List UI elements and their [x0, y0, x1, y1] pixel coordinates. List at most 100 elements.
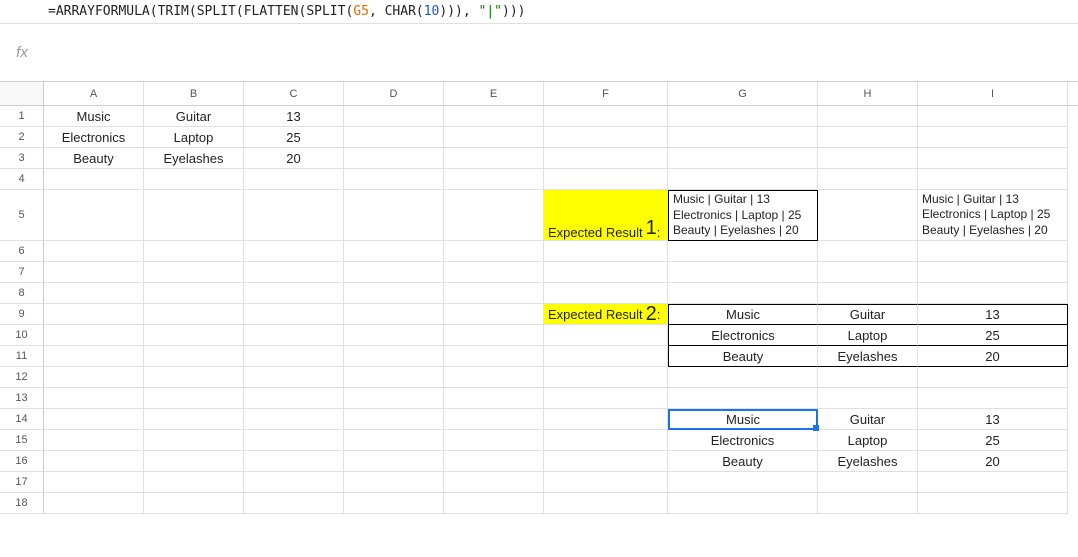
cell-c2[interactable]: 25	[244, 127, 344, 148]
cell-b5[interactable]	[144, 190, 244, 241]
row-header-15[interactable]: 15	[0, 430, 44, 451]
cell-h9[interactable]: Guitar	[818, 304, 918, 325]
cell-f2[interactable]	[544, 127, 668, 148]
row-header-17[interactable]: 17	[0, 472, 44, 493]
cell-f3[interactable]	[544, 148, 668, 169]
cell-i1[interactable]	[918, 106, 1068, 127]
cell-d15[interactable]	[344, 430, 444, 451]
row-header-18[interactable]: 18	[0, 493, 44, 514]
cell-h15[interactable]: Laptop	[818, 430, 918, 451]
cell-c16[interactable]	[244, 451, 344, 472]
cell-e6[interactable]	[444, 241, 544, 262]
cell-e13[interactable]	[444, 388, 544, 409]
cell-d16[interactable]	[344, 451, 444, 472]
cell-d10[interactable]	[344, 325, 444, 346]
cell-h17[interactable]	[818, 472, 918, 493]
cell-g5[interactable]: Music | Guitar | 13 Electronics | Laptop…	[668, 190, 818, 241]
cell-e16[interactable]	[444, 451, 544, 472]
cell-h11[interactable]: Eyelashes	[818, 346, 918, 367]
cell-d17[interactable]	[344, 472, 444, 493]
row-header-1[interactable]: 1	[0, 106, 44, 127]
cell-a10[interactable]	[44, 325, 144, 346]
cell-d2[interactable]	[344, 127, 444, 148]
cell-h16[interactable]: Eyelashes	[818, 451, 918, 472]
cell-g11[interactable]: Beauty	[668, 346, 818, 367]
cell-h2[interactable]	[818, 127, 918, 148]
cell-b17[interactable]	[144, 472, 244, 493]
cell-c7[interactable]	[244, 262, 344, 283]
cell-f13[interactable]	[544, 388, 668, 409]
cell-e12[interactable]	[444, 367, 544, 388]
cell-h12[interactable]	[818, 367, 918, 388]
cell-f16[interactable]	[544, 451, 668, 472]
cell-h6[interactable]	[818, 241, 918, 262]
cell-g15[interactable]: Electronics	[668, 430, 818, 451]
row-header-13[interactable]: 13	[0, 388, 44, 409]
col-header-g[interactable]: G	[668, 82, 818, 105]
cell-d4[interactable]	[344, 169, 444, 190]
cell-i17[interactable]	[918, 472, 1068, 493]
cell-g14[interactable]: Music	[668, 409, 818, 430]
cell-g9[interactable]: Music	[668, 304, 818, 325]
cell-d1[interactable]	[344, 106, 444, 127]
cell-f18[interactable]	[544, 493, 668, 514]
cell-b11[interactable]	[144, 346, 244, 367]
cell-e17[interactable]	[444, 472, 544, 493]
cell-g18[interactable]	[668, 493, 818, 514]
cell-g17[interactable]	[668, 472, 818, 493]
cell-b7[interactable]	[144, 262, 244, 283]
cell-h8[interactable]	[818, 283, 918, 304]
cell-i13[interactable]	[918, 388, 1068, 409]
cell-c8[interactable]	[244, 283, 344, 304]
cell-a6[interactable]	[44, 241, 144, 262]
col-header-b[interactable]: B	[144, 82, 244, 105]
cell-c3[interactable]: 20	[244, 148, 344, 169]
row-header-14[interactable]: 14	[0, 409, 44, 430]
cell-d7[interactable]	[344, 262, 444, 283]
cell-g1[interactable]	[668, 106, 818, 127]
cell-b18[interactable]	[144, 493, 244, 514]
cell-a18[interactable]	[44, 493, 144, 514]
cell-h5[interactable]	[818, 190, 918, 241]
cell-a5[interactable]	[44, 190, 144, 241]
col-header-h[interactable]: H	[818, 82, 918, 105]
cell-a17[interactable]	[44, 472, 144, 493]
cell-i10[interactable]: 25	[918, 325, 1068, 346]
cell-a3[interactable]: Beauty	[44, 148, 144, 169]
cell-c12[interactable]	[244, 367, 344, 388]
cell-c13[interactable]	[244, 388, 344, 409]
cell-e11[interactable]	[444, 346, 544, 367]
cell-a1[interactable]: Music	[44, 106, 144, 127]
cell-a8[interactable]	[44, 283, 144, 304]
cell-e7[interactable]	[444, 262, 544, 283]
cell-a4[interactable]	[44, 169, 144, 190]
row-header-5[interactable]: 5	[0, 190, 44, 241]
cell-i2[interactable]	[918, 127, 1068, 148]
cell-i11[interactable]: 20	[918, 346, 1068, 367]
cell-i12[interactable]	[918, 367, 1068, 388]
cell-a12[interactable]	[44, 367, 144, 388]
cell-b9[interactable]	[144, 304, 244, 325]
cell-g8[interactable]	[668, 283, 818, 304]
cell-h18[interactable]	[818, 493, 918, 514]
cell-e5[interactable]	[444, 190, 544, 241]
cell-c17[interactable]	[244, 472, 344, 493]
cell-h7[interactable]	[818, 262, 918, 283]
cell-d12[interactable]	[344, 367, 444, 388]
cell-h1[interactable]	[818, 106, 918, 127]
col-header-f[interactable]: F	[544, 82, 668, 105]
row-header-2[interactable]: 2	[0, 127, 44, 148]
row-header-10[interactable]: 10	[0, 325, 44, 346]
cell-g6[interactable]	[668, 241, 818, 262]
cell-e1[interactable]	[444, 106, 544, 127]
cell-a15[interactable]	[44, 430, 144, 451]
cell-i8[interactable]	[918, 283, 1068, 304]
cell-i4[interactable]	[918, 169, 1068, 190]
cell-c5[interactable]	[244, 190, 344, 241]
cell-b14[interactable]	[144, 409, 244, 430]
cell-b15[interactable]	[144, 430, 244, 451]
cell-d13[interactable]	[344, 388, 444, 409]
cell-g2[interactable]	[668, 127, 818, 148]
row-header-3[interactable]: 3	[0, 148, 44, 169]
cell-h3[interactable]	[818, 148, 918, 169]
